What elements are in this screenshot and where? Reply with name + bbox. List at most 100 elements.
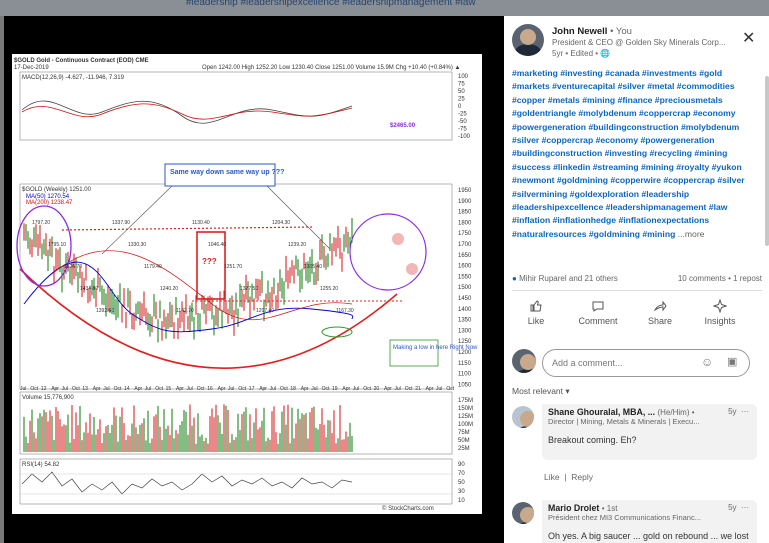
price-tick: 1750 — [458, 231, 472, 237]
rsi-tick: 70 — [458, 471, 465, 477]
like-button[interactable]: Like — [506, 299, 566, 326]
macd-tick: -50 — [458, 119, 467, 125]
time-tick: Jul — [62, 386, 68, 392]
price-label: $GOLD (Weekly) 1251.00 — [22, 187, 92, 193]
time-tick: Oct — [446, 386, 454, 392]
time-tick: Oct — [114, 386, 122, 392]
price-point-label: 1179.40 — [144, 264, 162, 270]
rsi-tick: 30 — [458, 489, 465, 495]
see-more-link[interactable]: ...more — [678, 229, 705, 239]
time-tick: Apr — [93, 386, 101, 392]
price-point-label: 1130.40 — [192, 220, 210, 226]
comment-1-time: 5y ··· — [728, 407, 749, 416]
time-tick: Jul — [394, 386, 400, 392]
price-point-label: 1255.20 — [320, 286, 338, 292]
comments-count[interactable]: 10 comments • 1 repost — [678, 274, 762, 283]
price-point-label: 1392.60 — [96, 308, 114, 314]
price-point-label: 1377.50 — [240, 286, 258, 292]
time-tick: 19 — [332, 386, 338, 392]
volume-label: Volume 15,776,900 — [22, 395, 74, 401]
price-tick: 1900 — [458, 199, 472, 205]
time-tick: Jul — [103, 386, 109, 392]
ma-label-2: MA(200) 1238.47 — [26, 200, 73, 206]
volume-tick: 100M — [458, 422, 473, 428]
time-tick: Apr — [51, 386, 59, 392]
volume-tick: 125M — [458, 414, 473, 420]
price-point-label: 1434.80 — [80, 286, 98, 292]
image-icon[interactable]: ▣ — [727, 355, 737, 368]
time-tick: Jul — [186, 386, 192, 392]
price-tick: 1350 — [458, 318, 472, 324]
price-tick: 1700 — [458, 242, 472, 248]
volume-tick: 25M — [458, 446, 470, 452]
macd-tick: -25 — [458, 112, 467, 118]
sparkle-icon — [713, 299, 727, 313]
author-name[interactable]: John Newell • You — [552, 26, 632, 37]
macd-label: MACD(12,26,9) -4.627, -11.946, 7.319 — [22, 75, 125, 81]
macd-tick: -100 — [458, 134, 471, 140]
time-tick: 15 — [166, 386, 172, 392]
time-tick: 18 — [290, 386, 296, 392]
macd-tick: 100 — [458, 74, 469, 80]
time-tick: Apr — [301, 386, 309, 392]
callout-text: Same way down same way up ??? — [170, 169, 284, 176]
action-bar: Like Comment Share Insights — [504, 299, 769, 339]
sort-dropdown[interactable]: Most relevant ▾ — [512, 386, 570, 397]
macd-tick: -75 — [458, 127, 467, 133]
time-tick: Oct — [363, 386, 371, 392]
box-annotation: ??? — [202, 257, 217, 266]
price-point-label: 1337.90 — [112, 220, 130, 226]
comment-1-like[interactable]: Like — [544, 472, 560, 482]
time-tick: 13 — [82, 386, 88, 392]
comment-1-text: Breakout coming. Eh? — [548, 435, 637, 445]
pink-dot — [392, 233, 404, 245]
author-headline: President & CEO @ Golden Sky Minerals Co… — [552, 38, 726, 47]
close-button[interactable]: ✕ — [742, 28, 755, 48]
time-tick: Apr — [218, 386, 226, 392]
time-tick: 17 — [249, 386, 255, 392]
time-tick: Oct — [405, 386, 413, 392]
comment-2-author: Mario Drolet • 1st — [548, 503, 618, 513]
time-tick: Oct — [280, 386, 288, 392]
thumbs-up-icon — [530, 300, 542, 312]
price-point-label: 1046.40 — [208, 242, 226, 248]
reactions-count: Mihir Ruparel and 21 others — [519, 274, 618, 283]
time-tick: Apr — [259, 386, 267, 392]
time-tick: Jul — [20, 386, 26, 392]
comment-1-actions: Like | Reply — [544, 472, 593, 482]
macd-tick: 25 — [458, 97, 465, 103]
price-point-label: 1526.70 — [64, 264, 82, 270]
author-avatar[interactable] — [512, 24, 544, 56]
time-tick: Oct — [30, 386, 38, 392]
scrollbar[interactable] — [765, 76, 769, 246]
reactions-row[interactable]: ● Mihir Ruparel and 21 others 10 comment… — [512, 274, 762, 283]
price-point-label: 1330.30 — [128, 242, 146, 248]
time-tick: Apr — [176, 386, 184, 392]
insights-button[interactable]: Insights — [690, 299, 750, 326]
emoji-icon[interactable]: ☺ — [701, 355, 713, 369]
post-modal: $GOLD Gold - Continuous Contract (EOD) C… — [4, 16, 769, 543]
commenter-avatar-1[interactable] — [512, 406, 534, 428]
comment-1: Shane Ghouralal, MBA, ... (He/Him) • Dir… — [542, 404, 757, 460]
chart-symbol: $GOLD Gold - Continuous Contract (EOD) C… — [14, 58, 149, 64]
chevron-down-icon: ▾ — [565, 386, 570, 396]
price-tick: 1250 — [458, 339, 472, 345]
rsi-tick: 50 — [458, 480, 465, 486]
price-tick: 1500 — [458, 285, 472, 291]
time-tick: Oct — [322, 386, 330, 392]
background-hashtags-1: #leadership #leadershipexcellence #leade… — [186, 0, 476, 8]
post-hashtags[interactable]: #marketing #investing #canada #investmen… — [512, 67, 762, 241]
volume-tick: 175M — [458, 398, 473, 404]
comment-input[interactable]: Add a comment... ☺ ▣ — [542, 349, 750, 377]
chart-ohlc: Open 1242.00 High 1252.20 Low 1230.40 Cl… — [202, 65, 460, 71]
comment-1-reply[interactable]: Reply — [571, 472, 593, 482]
commenter-avatar-2[interactable] — [512, 502, 534, 524]
time-tick: Jul — [228, 386, 234, 392]
price-tick: 1850 — [458, 210, 472, 216]
share-button[interactable]: Share — [630, 299, 690, 326]
time-tick: 16 — [207, 386, 213, 392]
comment-icon — [592, 301, 604, 312]
post-meta: 5yr • Edited • 🌐 — [552, 49, 611, 58]
time-tick: Jul — [311, 386, 317, 392]
comment-button[interactable]: Comment — [568, 299, 628, 326]
